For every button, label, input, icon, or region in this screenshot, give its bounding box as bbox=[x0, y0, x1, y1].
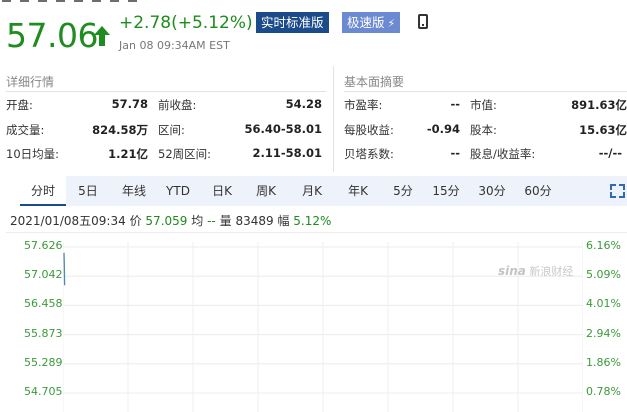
y-tick-left: 56.458 bbox=[24, 297, 63, 311]
y-tick-left: 54.705 bbox=[24, 385, 63, 398]
fundamentals-title: 基本面摘要 bbox=[344, 75, 405, 89]
pe-label: 市盈率: bbox=[344, 98, 383, 112]
volume-value: 824.58万 bbox=[92, 123, 148, 137]
eps-label: 每股收益: bbox=[344, 123, 394, 137]
up-arrow-icon bbox=[94, 26, 110, 46]
y-tick-left: 57.626 bbox=[24, 239, 63, 252]
avg-volume-value: 1.21亿 bbox=[108, 147, 148, 161]
chart-top-divider bbox=[6, 232, 627, 233]
tab-year-line[interactable]: 年线 bbox=[114, 176, 154, 206]
tab-weekly-k[interactable]: 周K bbox=[246, 176, 286, 206]
tab-intraday[interactable]: 分时 bbox=[20, 176, 66, 206]
info-price-label: 价 bbox=[129, 214, 142, 228]
details-title: 详细行情 bbox=[6, 75, 55, 89]
quote-timestamp: Jan 08 09:34AM EST bbox=[119, 39, 230, 52]
y-tick-right: 0.78% bbox=[586, 385, 621, 398]
tab-30min[interactable]: 30分 bbox=[472, 176, 512, 206]
details-divider bbox=[6, 91, 326, 92]
week52-range-value: 2.11-58.01 bbox=[252, 146, 322, 160]
open-label: 开盘: bbox=[6, 98, 33, 112]
watermark-text: 新浪财经 bbox=[529, 265, 574, 278]
tab-monthly-k[interactable]: 月K bbox=[292, 176, 332, 206]
volume-label: 成交量: bbox=[6, 123, 45, 137]
eps-value: -0.94 bbox=[426, 122, 460, 136]
realtime-standard-button[interactable]: 实时标准版 bbox=[256, 12, 329, 33]
price-series-line bbox=[63, 252, 66, 286]
info-vol-value: 83489 bbox=[235, 214, 274, 228]
info-avg-value: -- bbox=[207, 214, 216, 228]
info-avg-label: 均 bbox=[191, 214, 204, 228]
fullscreen-icon[interactable] bbox=[610, 184, 625, 198]
phone-icon[interactable] bbox=[418, 14, 428, 29]
current-price: 57.06 bbox=[6, 16, 98, 55]
info-amp-value: 5.12% bbox=[293, 214, 332, 228]
shares-value: 15.63亿 bbox=[579, 123, 627, 137]
prev-close-value: 54.28 bbox=[285, 97, 322, 111]
y-tick-right: 4.01% bbox=[586, 297, 621, 311]
bolt-icon: ⚡ bbox=[387, 17, 396, 30]
fast-version-label: 极速版 bbox=[347, 15, 385, 30]
market-cap-label: 市值: bbox=[470, 98, 497, 112]
y-tick-left: 55.873 bbox=[24, 326, 63, 340]
section-divider bbox=[333, 66, 334, 172]
chart-info-line: 2021/01/08五09:34 价 57.059 均 -- 量 83489 幅… bbox=[10, 212, 331, 229]
y-tick-right: 6.16% bbox=[586, 239, 621, 252]
tab-5day[interactable]: 5日 bbox=[70, 176, 106, 206]
top-rule bbox=[0, 0, 627, 3]
y-tick-left: 57.042 bbox=[24, 268, 63, 282]
watermark-brand: sina bbox=[498, 264, 526, 278]
tab-daily-k[interactable]: 日K bbox=[204, 176, 240, 206]
info-date: 2021/01/08五09:34 bbox=[10, 214, 126, 228]
dividend-label: 股息/收益率: bbox=[470, 147, 536, 161]
tab-yearly-k[interactable]: 年K bbox=[338, 176, 378, 206]
prev-close-label: 前收盘: bbox=[158, 98, 197, 112]
tab-ytd[interactable]: YTD bbox=[158, 176, 198, 206]
info-vol-label: 量 bbox=[219, 214, 232, 228]
beta-label: 贝塔系数: bbox=[344, 147, 394, 161]
beta-value: -- bbox=[450, 146, 460, 160]
avg-volume-label: 10日均量: bbox=[6, 147, 60, 161]
sina-watermark: sina 新浪财经 bbox=[498, 263, 573, 279]
open-value: 57.78 bbox=[111, 97, 148, 111]
y-tick-right: 1.86% bbox=[586, 355, 621, 369]
tab-5min[interactable]: 5分 bbox=[386, 176, 420, 206]
price-change: +2.78(+5.12%) bbox=[119, 13, 253, 33]
y-tick-right: 5.09% bbox=[586, 268, 621, 282]
pe-value: -- bbox=[450, 97, 460, 111]
chart-period-tabs: 分时 5日 年线 YTD 日K 周K 月K 年K 5分 15分 30分 60分 bbox=[20, 176, 627, 206]
range-label: 区间: bbox=[158, 123, 185, 137]
fast-version-button[interactable]: 极速版 ⚡ bbox=[342, 12, 401, 33]
range-value: 56.40-58.01 bbox=[244, 122, 322, 136]
dividend-value: --/-- bbox=[598, 146, 622, 160]
info-amp-label: 幅 bbox=[277, 214, 290, 228]
info-price-value: 57.059 bbox=[145, 214, 188, 228]
market-cap-value: 891.63亿 bbox=[571, 98, 627, 112]
tab-60min[interactable]: 60分 bbox=[518, 176, 558, 206]
shares-label: 股本: bbox=[470, 123, 497, 137]
y-tick-right: 2.94% bbox=[586, 326, 621, 340]
fundamentals-divider bbox=[344, 91, 627, 92]
y-tick-left: 55.289 bbox=[24, 355, 63, 369]
week52-range-label: 52周区间: bbox=[158, 147, 212, 161]
tab-15min[interactable]: 15分 bbox=[426, 176, 466, 206]
